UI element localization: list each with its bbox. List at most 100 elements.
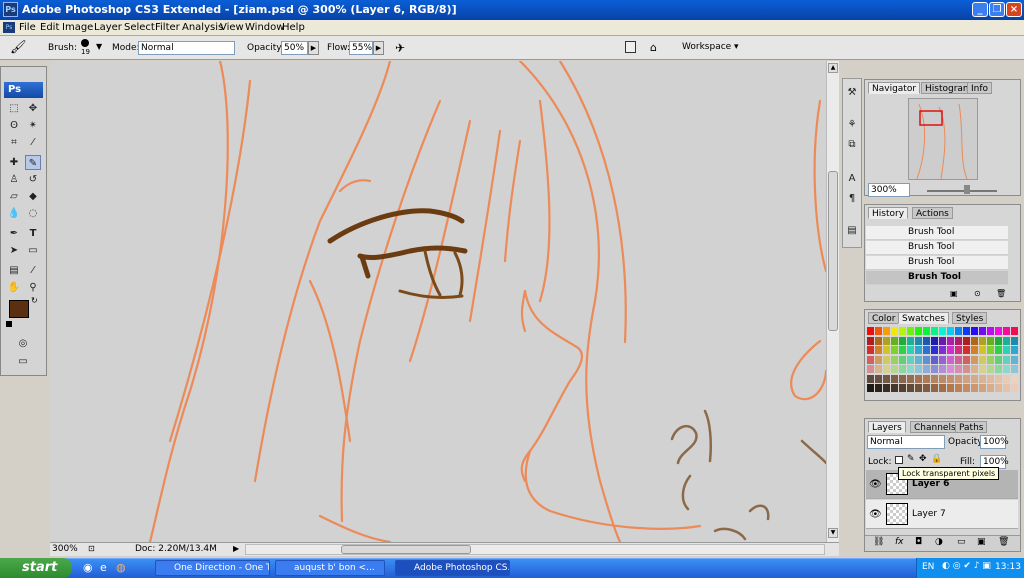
swatch[interactable] xyxy=(883,374,890,383)
tab-swatches[interactable]: Swatches xyxy=(898,312,949,324)
swatch[interactable] xyxy=(899,346,906,354)
menu-window[interactable]: Window xyxy=(245,22,284,33)
character-panel-icon[interactable]: A xyxy=(844,171,860,186)
swatch[interactable] xyxy=(1003,346,1010,354)
swatch[interactable] xyxy=(899,327,906,335)
swatch[interactable] xyxy=(923,355,930,364)
swatch[interactable] xyxy=(883,327,890,335)
swatch[interactable] xyxy=(907,327,914,335)
swatch[interactable] xyxy=(891,374,898,383)
swatch[interactable] xyxy=(979,346,986,354)
flow-slider-arrow-icon[interactable]: ▶ xyxy=(373,41,384,55)
swatch[interactable] xyxy=(891,336,898,345)
notes-tool-icon[interactable]: ▤ xyxy=(6,263,22,278)
history-item[interactable]: Brush Tool xyxy=(866,256,1008,270)
swatch[interactable] xyxy=(979,374,986,383)
snapshot-icon[interactable]: ⊙ xyxy=(974,289,981,298)
layer-name[interactable]: Layer 6 xyxy=(912,479,949,489)
swatch[interactable] xyxy=(883,384,890,392)
path-selection-tool-icon[interactable]: ➤ xyxy=(6,243,22,258)
brush-preview-icon[interactable] xyxy=(81,39,89,47)
swatch[interactable] xyxy=(891,365,898,373)
swatch[interactable] xyxy=(971,327,978,335)
menu-image[interactable]: Image xyxy=(62,22,93,33)
swatch[interactable] xyxy=(963,384,970,392)
swatch[interactable] xyxy=(891,327,898,335)
swatch[interactable] xyxy=(907,384,914,392)
swatch[interactable] xyxy=(947,384,954,392)
history-item[interactable]: Brush Tool xyxy=(866,241,1008,255)
eraser-tool-icon[interactable]: ▱ xyxy=(6,189,22,204)
clone-source-icon[interactable]: ⧉ xyxy=(844,137,860,152)
bridge-icon[interactable]: ⌂ xyxy=(650,41,657,54)
slice-tool-icon[interactable]: ⁄ xyxy=(25,135,41,150)
start-button[interactable]: start xyxy=(0,558,72,578)
swatch[interactable] xyxy=(875,374,882,383)
swatch[interactable] xyxy=(971,374,978,383)
lasso-tool-icon[interactable]: ʘ xyxy=(6,118,22,133)
menu-filter[interactable]: Filter xyxy=(155,22,180,33)
swatch[interactable] xyxy=(899,336,906,345)
swatch[interactable] xyxy=(939,327,946,335)
swatch[interactable] xyxy=(979,365,986,373)
swatch[interactable] xyxy=(939,336,946,345)
swatch[interactable] xyxy=(915,374,922,383)
chrome-quicklaunch-icon[interactable]: ◉ xyxy=(83,561,93,574)
history-brush-tool-icon[interactable]: ↺ xyxy=(25,172,41,187)
minimize-icon[interactable]: _ xyxy=(972,2,988,17)
lock-image-pixels-icon[interactable]: ✎ xyxy=(907,454,915,464)
new-document-from-state-icon[interactable]: ▣ xyxy=(950,289,958,298)
healing-brush-tool-icon[interactable]: ✚ xyxy=(6,155,22,170)
swatch[interactable] xyxy=(987,365,994,373)
swatch[interactable] xyxy=(923,374,930,383)
move-tool-icon[interactable]: ✥ xyxy=(25,101,41,116)
swatch[interactable] xyxy=(883,346,890,354)
swatch[interactable] xyxy=(955,374,962,383)
swatch[interactable] xyxy=(939,384,946,392)
swatch[interactable] xyxy=(915,336,922,345)
menu-select[interactable]: Select xyxy=(124,22,155,33)
restore-icon[interactable]: ❐ xyxy=(989,2,1005,17)
rectangle-tool-icon[interactable]: ▭ xyxy=(25,243,41,258)
menu-edit[interactable]: Edit xyxy=(40,22,59,33)
swatch[interactable] xyxy=(1003,374,1010,383)
opacity-input[interactable]: 50% xyxy=(281,41,308,55)
type-tool-icon[interactable]: T xyxy=(25,226,41,241)
swatch[interactable] xyxy=(923,346,930,354)
menu-analysis[interactable]: Analysis xyxy=(182,22,223,33)
menu-file[interactable]: File xyxy=(19,22,36,33)
swatch[interactable] xyxy=(883,336,890,345)
menu-view[interactable]: View xyxy=(220,22,244,33)
swatch[interactable] xyxy=(979,336,986,345)
tab-history[interactable]: History xyxy=(868,207,909,219)
swatch[interactable] xyxy=(995,355,1002,364)
swatch[interactable] xyxy=(947,355,954,364)
pen-tool-icon[interactable]: ✒ xyxy=(6,226,22,241)
taskbar-item-messenger[interactable]: auqust b' bon <... xyxy=(275,560,385,576)
airbrush-icon[interactable]: ✈ xyxy=(395,41,405,55)
swatch[interactable] xyxy=(875,336,882,345)
swatch[interactable] xyxy=(971,365,978,373)
swatch[interactable] xyxy=(995,384,1002,392)
adjustment-layer-icon[interactable]: ◑ xyxy=(935,537,943,547)
tool-presets-icon[interactable]: ⚒ xyxy=(844,85,860,100)
swatch[interactable] xyxy=(963,355,970,364)
swatch[interactable] xyxy=(931,327,938,335)
swatch[interactable] xyxy=(915,365,922,373)
brush-picker-arrow-icon[interactable]: ▼ xyxy=(96,42,102,51)
swatch[interactable] xyxy=(947,374,954,383)
default-colors-icon[interactable] xyxy=(6,321,12,327)
paragraph-panel-icon[interactable]: ¶ xyxy=(844,191,860,206)
lock-transparent-pixels-icon[interactable] xyxy=(895,456,903,464)
scroll-up-icon[interactable]: ▲ xyxy=(828,63,838,73)
swatch[interactable] xyxy=(947,365,954,373)
swatch[interactable] xyxy=(1003,384,1010,392)
navigator-zoom-slider[interactable] xyxy=(927,190,997,192)
swatch[interactable] xyxy=(1003,327,1010,335)
magic-wand-tool-icon[interactable]: ✴ xyxy=(25,118,41,133)
swatch[interactable] xyxy=(915,327,922,335)
swatch[interactable] xyxy=(907,365,914,373)
tab-styles[interactable]: Styles xyxy=(952,312,988,324)
swatch[interactable] xyxy=(867,355,874,364)
swatch[interactable] xyxy=(931,365,938,373)
